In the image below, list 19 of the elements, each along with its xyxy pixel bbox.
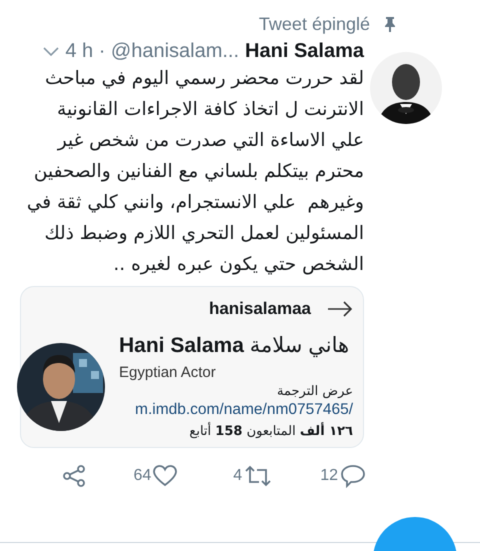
retweet-icon — [244, 465, 272, 487]
card-username: hanisalamaa — [208, 299, 311, 319]
pin-icon — [384, 16, 396, 32]
author-name[interactable]: Hani Salama — [245, 40, 364, 63]
share-button[interactable] — [62, 464, 86, 488]
like-button[interactable]: 64 — [134, 465, 178, 487]
tweet-meta: 4 h · @hanisalam... — [65, 40, 240, 63]
heart-icon — [153, 465, 178, 487]
profile-bio: Egyptian Actor — [119, 364, 217, 381]
retweet-button[interactable]: 4 — [233, 465, 272, 487]
tweet-text: لقد حررت محضر رسمي اليوم في مباحث الانترنت ل اتخاذ كافة الاجراءات القانونية علي الاساءة التي صدرت من شخص غير محترم بيتكلم بلساني مع الفنانين والصحفين وغيرهم علي الانستجرام، وانني كلي ثقة في المسئولين لعمل التحري اللازم وضبط ذلك الشخص حتي يكون عبره لغيره .. — [26, 67, 364, 277]
arrow-right-icon — [327, 301, 353, 317]
share-icon — [62, 464, 86, 488]
translate-link[interactable]: عرض الترجمة — [277, 384, 353, 399]
chevron-down-icon[interactable] — [43, 46, 60, 56]
pinned-label: Tweet épinglé — [258, 14, 370, 34]
reply-icon — [340, 464, 366, 488]
profile-link[interactable]: m.imdb.com/name/nm0757465/ — [135, 401, 353, 419]
reply-button[interactable]: 12 — [320, 464, 366, 488]
